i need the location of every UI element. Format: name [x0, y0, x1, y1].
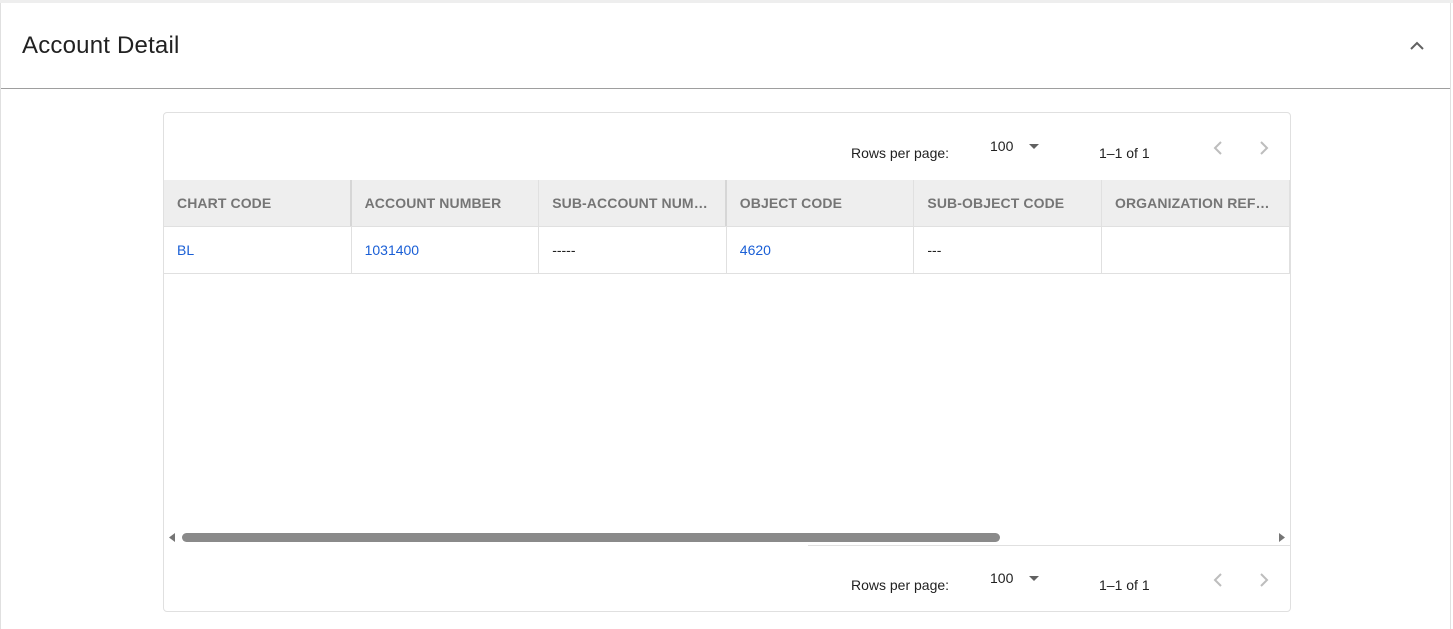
chevron-right-icon — [1260, 573, 1269, 587]
chevron-up-icon — [1410, 41, 1424, 50]
rows-per-page-value: 100 — [990, 138, 1014, 154]
horizontal-scrollbar[interactable] — [164, 530, 1290, 545]
pagination-range: 1–1 of 1 — [1099, 145, 1150, 161]
pagination-top: Rows per page: 100 1–1 of 1 — [164, 123, 1290, 183]
cell-account-number[interactable]: 1031400 — [352, 227, 540, 273]
cell-chart-code[interactable]: BL — [164, 227, 352, 273]
pagination-bottom: Rows per page: 100 1–1 of 1 — [164, 555, 1290, 615]
scroll-left-arrow-icon[interactable] — [168, 533, 176, 542]
cell-sub-object-code: --- — [914, 227, 1102, 273]
panel-title: Account Detail — [22, 32, 180, 59]
rows-per-page-label: Rows per page: — [851, 145, 950, 161]
account-detail-panel: Account Detail Rows per page: 100 1–1 of… — [0, 3, 1451, 629]
column-header-account-number[interactable]: ACCOUNT NUMBER — [352, 180, 540, 226]
collapse-button[interactable] — [1402, 31, 1432, 61]
chevron-right-icon — [1260, 141, 1269, 155]
previous-page-button[interactable] — [1204, 133, 1232, 161]
table-row: BL 1031400 ----- 4620 --- — [164, 227, 1290, 273]
column-header-organization-reference[interactable]: ORGANIZATION REFE… — [1102, 180, 1290, 226]
scrollbar-track[interactable] — [180, 533, 1274, 542]
cell-organization-reference — [1102, 227, 1290, 273]
rows-per-page-select[interactable]: 100 — [990, 137, 1046, 163]
column-header-sub-account-number[interactable]: SUB-ACCOUNT NUMB… — [539, 180, 727, 226]
scroll-right-arrow-icon[interactable] — [1278, 533, 1286, 542]
account-data-grid-card: Rows per page: 100 1–1 of 1 CHART CODE A… — [163, 112, 1291, 612]
next-page-button[interactable] — [1250, 133, 1278, 161]
scrollbar-thumb[interactable] — [182, 533, 1000, 542]
footer-divider — [808, 545, 1290, 546]
next-page-button[interactable] — [1250, 565, 1278, 593]
chevron-left-icon — [1213, 573, 1222, 587]
column-header-object-code[interactable]: OBJECT CODE — [727, 180, 915, 226]
previous-page-button[interactable] — [1204, 565, 1232, 593]
panel-header[interactable]: Account Detail — [1, 3, 1450, 89]
pagination-range: 1–1 of 1 — [1099, 577, 1150, 593]
table-header-row: CHART CODE ACCOUNT NUMBER SUB-ACCOUNT NU… — [164, 180, 1290, 227]
chevron-left-icon — [1213, 141, 1222, 155]
account-table: CHART CODE ACCOUNT NUMBER SUB-ACCOUNT NU… — [164, 180, 1290, 274]
column-header-chart-code[interactable]: CHART CODE — [164, 180, 352, 226]
rows-per-page-select[interactable]: 100 — [990, 569, 1046, 595]
cell-object-code[interactable]: 4620 — [727, 227, 915, 273]
rows-per-page-value: 100 — [990, 570, 1014, 586]
rows-per-page-label: Rows per page: — [851, 577, 950, 593]
dropdown-arrow-icon — [1029, 144, 1039, 149]
dropdown-arrow-icon — [1029, 576, 1039, 581]
column-header-sub-object-code[interactable]: SUB-OBJECT CODE — [914, 180, 1102, 226]
cell-sub-account-number: ----- — [539, 227, 727, 273]
